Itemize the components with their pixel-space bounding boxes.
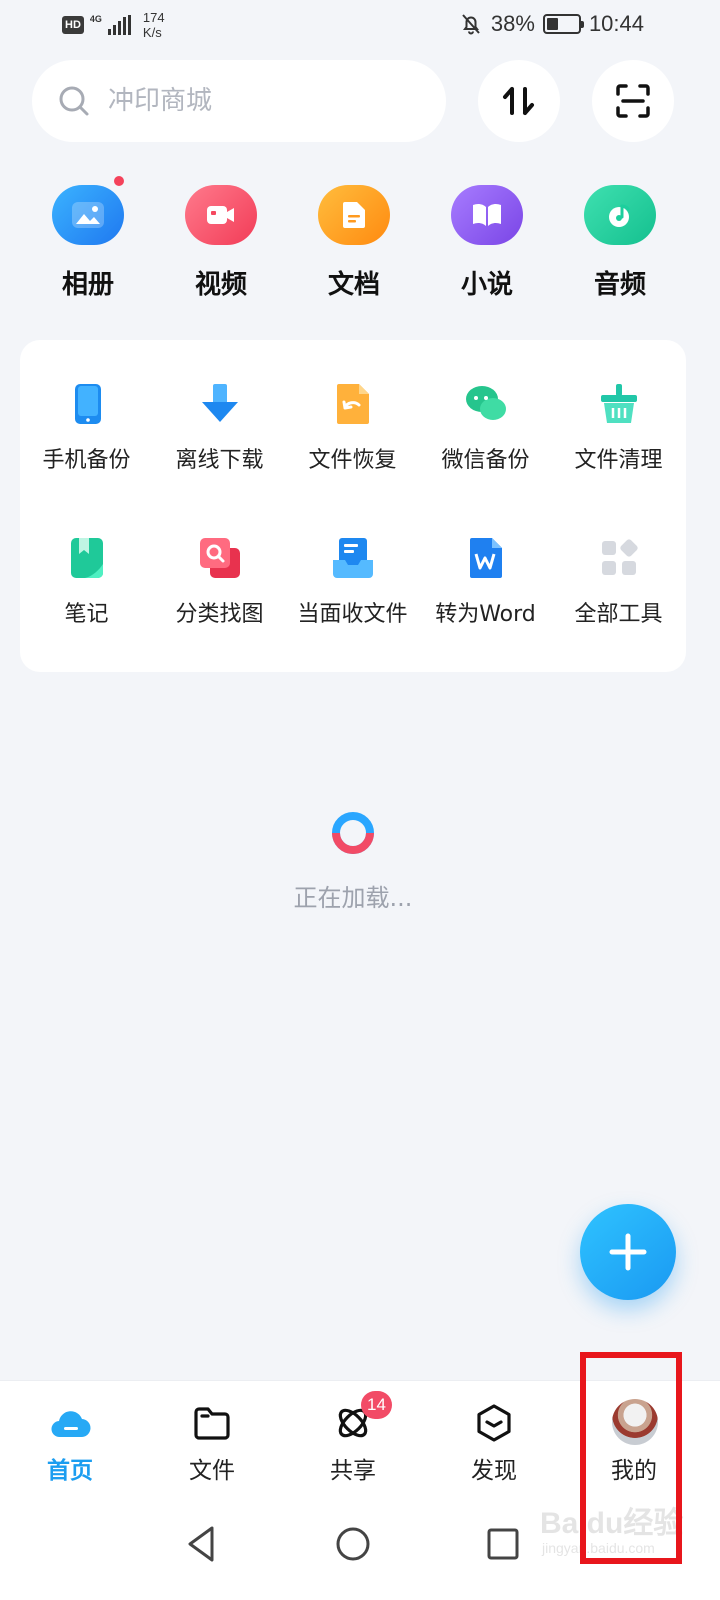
document-icon (318, 185, 390, 245)
category-label: 视频 (194, 270, 247, 300)
tool-label: 分类找图 (175, 602, 264, 627)
mute-bell-icon (462, 14, 480, 35)
category-video[interactable]: 视频 (153, 182, 289, 312)
tool-label: 离线下载 (175, 448, 264, 473)
status-bar: HD 4G 174 K/s 38% 10:44 (0, 0, 720, 52)
tool-notes[interactable]: 笔记 (20, 536, 153, 656)
all-tools-icon (602, 539, 638, 575)
file-cleanup-icon (601, 384, 637, 423)
battery-percent: 38% (490, 11, 535, 36)
discover-icon (477, 1404, 511, 1442)
folder-icon (194, 1407, 230, 1440)
nav-share[interactable]: 14 共享 (293, 1381, 413, 1491)
tool-file-cleanup[interactable]: 文件清理 (552, 382, 685, 502)
category-label: 相册 (61, 270, 114, 300)
signal-icon (107, 15, 131, 35)
transfer-icon (503, 87, 534, 115)
phone-backup-icon (75, 384, 101, 424)
clock: 10:44 (588, 11, 644, 36)
video-icon (185, 185, 257, 245)
album-icon (52, 185, 124, 245)
tool-word-convert[interactable]: 转为Word (419, 536, 552, 656)
category-label: 音频 (593, 270, 646, 300)
plus-icon (609, 1233, 647, 1271)
nav-label: 文件 (189, 1458, 235, 1484)
nav-label: 共享 (330, 1458, 376, 1484)
category-novel[interactable]: 小说 (419, 182, 555, 312)
scan-icon (616, 84, 650, 118)
tools-card: 手机备份 离线下载 文件恢复 微信备份 文件清理 笔记 分类找图 当面收文件 转… (20, 340, 686, 672)
nav-discover[interactable]: 发现 (434, 1381, 554, 1491)
tool-label: 微信备份 (441, 448, 530, 473)
tool-all-tools[interactable]: 全部工具 (552, 536, 685, 656)
tool-label: 笔记 (64, 602, 109, 627)
receive-file-icon (333, 538, 373, 578)
loading-text: 正在加载... (293, 884, 413, 912)
add-button[interactable] (580, 1204, 676, 1300)
search-icon (59, 86, 89, 116)
nav-label: 发现 (471, 1458, 517, 1484)
category-row: 相册 视频 文档 小说 音频 (20, 174, 700, 312)
tool-file-restore[interactable]: 文件恢复 (286, 382, 419, 502)
tool-receive-file[interactable]: 当面收文件 (286, 536, 419, 656)
search-input[interactable] (108, 80, 408, 122)
category-document[interactable]: 文档 (286, 182, 422, 312)
back-icon[interactable] (180, 1522, 224, 1566)
word-convert-icon (470, 538, 502, 578)
nav-home[interactable]: 首页 (10, 1381, 130, 1491)
nav-files[interactable]: 文件 (152, 1381, 272, 1491)
tool-phone-backup[interactable]: 手机备份 (20, 382, 153, 502)
tool-label: 文件恢复 (308, 448, 397, 473)
tool-label: 全部工具 (574, 602, 663, 627)
network-type: 4G (89, 14, 102, 24)
annotation-highlight-box (580, 1352, 682, 1564)
recents-icon[interactable] (481, 1522, 525, 1566)
transfer-button[interactable] (478, 60, 560, 142)
home-cloud-icon (51, 1411, 91, 1438)
file-restore-icon (337, 384, 369, 424)
category-audio[interactable]: 音频 (552, 182, 688, 312)
tool-offline-download[interactable]: 离线下载 (153, 382, 286, 502)
nav-label: 首页 (47, 1458, 93, 1484)
book-icon (451, 185, 523, 245)
tool-label: 当面收文件 (297, 602, 408, 627)
scan-button[interactable] (592, 60, 674, 142)
home-icon[interactable] (331, 1522, 375, 1566)
notes-icon (71, 538, 103, 578)
tool-label: 手机备份 (42, 448, 131, 473)
new-indicator-dot (112, 174, 126, 188)
share-count-badge: 14 (361, 1391, 392, 1419)
music-icon (584, 185, 656, 245)
offline-download-icon (202, 384, 238, 422)
category-album[interactable]: 相册 (20, 174, 156, 312)
tool-image-search[interactable]: 分类找图 (153, 536, 286, 656)
hd-badge: HD (62, 16, 84, 34)
wechat-backup-icon (466, 386, 506, 420)
tool-wechat-backup[interactable]: 微信备份 (419, 382, 552, 502)
battery-icon (542, 14, 584, 34)
image-search-icon (200, 538, 240, 578)
category-label: 小说 (460, 270, 513, 300)
loading-spinner-icon (332, 812, 374, 854)
tool-label: 转为Word (435, 602, 536, 627)
network-speed: 174 K/s (142, 10, 165, 40)
search-bar[interactable] (32, 60, 446, 142)
category-label: 文档 (327, 270, 380, 300)
tool-label: 文件清理 (574, 448, 663, 473)
